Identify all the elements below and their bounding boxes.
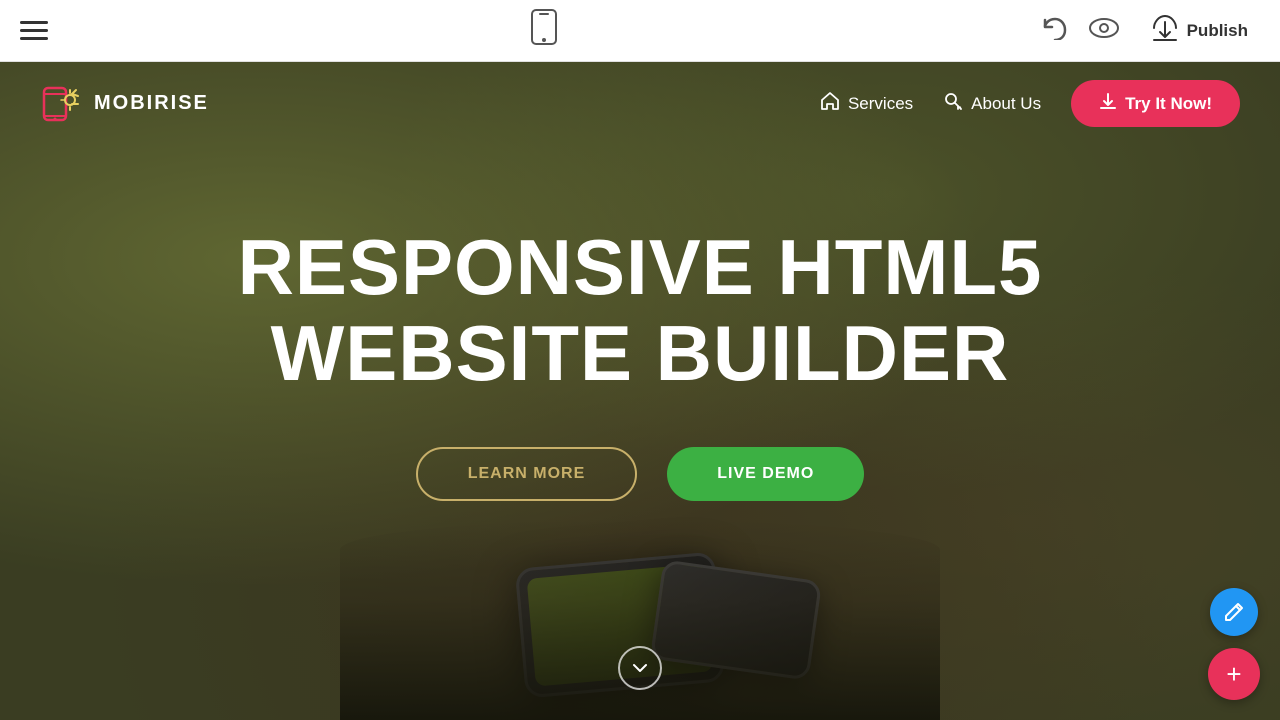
hero-title: RESPONSIVE HTML5 WEBSITE BUILDER — [238, 225, 1043, 397]
logo-text: MOBIRISE — [94, 92, 209, 115]
live-demo-button[interactable]: LIVE DEMO — [667, 447, 864, 501]
toolbar-right: Publish — [1041, 8, 1260, 54]
hero-navbar: MOBIRISE Services — [0, 62, 1280, 145]
nav-services[interactable]: Services — [820, 91, 913, 116]
publish-label: Publish — [1187, 21, 1248, 41]
toolbar-left — [20, 21, 48, 40]
mobile-preview-icon[interactable] — [529, 9, 559, 52]
hero-title-line1: RESPONSIVE HTML5 — [238, 223, 1043, 311]
logo-icon — [40, 82, 84, 126]
publish-icon — [1151, 14, 1179, 48]
try-label: Try It Now! — [1125, 94, 1212, 114]
logo: MOBIRISE — [40, 82, 209, 126]
about-label: About Us — [971, 94, 1041, 114]
fab-edit-button[interactable] — [1210, 588, 1258, 636]
undo-icon[interactable] — [1041, 16, 1069, 46]
hero-section: MOBIRISE Services — [0, 62, 1280, 720]
nav-about[interactable]: About Us — [943, 91, 1041, 116]
scroll-down-button[interactable] — [618, 646, 662, 690]
hero-title-line2: WEBSITE BUILDER — [271, 309, 1010, 397]
publish-button[interactable]: Publish — [1139, 8, 1260, 54]
nav-links: Services About Us — [820, 80, 1240, 127]
key-icon — [943, 91, 963, 116]
fab-add-button[interactable]: + — [1208, 648, 1260, 700]
home-icon — [820, 91, 840, 116]
hero-buttons: LEARN MORE LIVE DEMO — [416, 447, 865, 501]
try-now-button[interactable]: Try It Now! — [1071, 80, 1240, 127]
learn-more-button[interactable]: LEARN MORE — [416, 447, 638, 501]
preview-eye-icon[interactable] — [1089, 18, 1119, 44]
services-label: Services — [848, 94, 913, 114]
hamburger-menu-button[interactable] — [20, 21, 48, 40]
toolbar: Publish — [0, 0, 1280, 62]
toolbar-center — [529, 9, 559, 52]
download-icon — [1099, 92, 1117, 115]
fab-container: + — [1208, 588, 1260, 700]
phone-shadow — [340, 520, 940, 720]
hero-content: RESPONSIVE HTML5 WEBSITE BUILDER LEARN M… — [238, 225, 1043, 501]
